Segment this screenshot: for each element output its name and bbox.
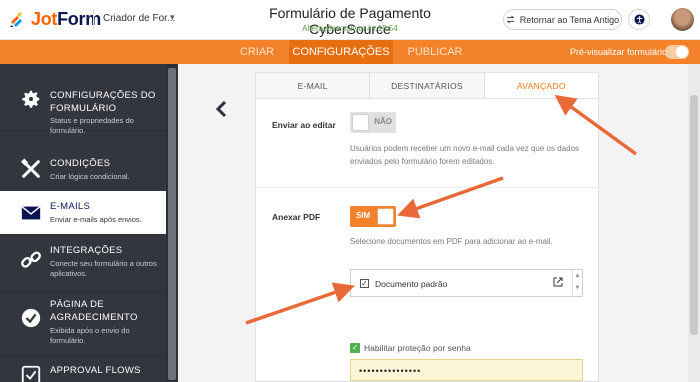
sidebar-item-title: E-MAILS xyxy=(50,201,91,212)
document-label: Documento padrão xyxy=(375,279,448,289)
sidebar-item-conditions[interactable]: CONDIÇÕES Criar lógica condicional. xyxy=(0,148,166,192)
avatar[interactable] xyxy=(671,8,694,31)
form-creator-dropdown[interactable]: Criador de For... xyxy=(103,13,175,24)
sidebar-item-desc: Enviar e-mails após envios. xyxy=(50,215,142,224)
jotform-logo[interactable]: JotForm xyxy=(8,9,101,30)
sidebar-item-desc: Exibida após o envio do formulário. xyxy=(50,326,130,345)
password-protection-label: Habilitar proteção por senha xyxy=(364,343,471,353)
preview-form-label: Pré-visualizar formulário xyxy=(570,47,668,57)
sidebar-item-title: PÁGINA DE AGRADECIMENTO xyxy=(50,299,138,323)
return-old-theme-label: Retornar ao Tema Antigo xyxy=(519,14,620,25)
email-settings-panel xyxy=(255,72,599,382)
tab-email[interactable]: E-MAIL xyxy=(256,73,371,98)
jotform-logo-icon xyxy=(8,11,26,29)
toggle-knob xyxy=(377,208,394,225)
tab-publish[interactable]: PUBLICAR xyxy=(400,40,470,64)
tools-icon xyxy=(21,158,40,178)
main-nav: CRIAR CONFIGURAÇÕES PUBLICAR Pré-visuali… xyxy=(0,40,700,64)
divider xyxy=(93,9,94,29)
sidebar-item-form-settings[interactable]: CONFIGURAÇÕES DO FORMULÁRIO Status e prop… xyxy=(0,64,166,135)
sidebar-item-integrations[interactable]: INTEGRAÇÕES Conecte seu formulário a out… xyxy=(0,235,166,292)
tab-recipients[interactable]: DESTINATÁRIOS xyxy=(370,73,485,98)
email-tabs: E-MAIL DESTINATÁRIOS AVANÇADO xyxy=(256,73,598,99)
check-circle-icon xyxy=(21,308,41,328)
sidebar-item-title: APPROVAL FLOWS xyxy=(50,365,141,376)
pdf-document-list: ✓ Documento padrão ▲ ▼ xyxy=(350,269,583,297)
top-bar: JotForm Criador de For... ▾ Formulário d… xyxy=(0,0,700,40)
gear-icon xyxy=(22,90,40,108)
accessibility-icon xyxy=(633,14,645,25)
sidebar-item-desc: Conecte seu formulário a outros aplicati… xyxy=(50,259,157,278)
tab-create[interactable]: CRIAR xyxy=(229,40,285,64)
link-icon xyxy=(21,251,41,268)
envelope-icon xyxy=(21,206,41,220)
sidebar-item-approval-flows[interactable]: APPROVAL FLOWS xyxy=(0,356,166,382)
tab-advanced[interactable]: AVANÇADO xyxy=(484,73,598,98)
toggle-text: NÃO xyxy=(374,117,392,126)
sidebar-item-emails[interactable]: E-MAILS Enviar e-mails após envios. xyxy=(0,191,166,235)
approval-icon xyxy=(21,365,41,382)
swap-icon xyxy=(506,15,515,24)
send-on-edit-toggle[interactable]: NÃO xyxy=(350,112,396,133)
attach-pdf-toggle[interactable]: SIM xyxy=(350,206,396,227)
send-on-edit-label: Enviar ao editar xyxy=(272,120,336,130)
accessibility-button[interactable] xyxy=(628,9,650,30)
preview-form-toggle[interactable] xyxy=(665,45,689,59)
external-link-icon[interactable] xyxy=(553,277,563,287)
chevron-down-icon[interactable]: ▾ xyxy=(170,12,175,23)
document-list-scrollbar[interactable]: ▲ ▼ xyxy=(572,270,582,296)
save-status: Alterações salvas às 19:54 xyxy=(302,24,398,33)
password-protection-checkbox[interactable]: ✓ xyxy=(350,343,360,353)
sidebar-item-title: CONFIGURAÇÕES DO FORMULÁRIO xyxy=(50,90,156,114)
sidebar-scrollbar-thumb[interactable] xyxy=(168,68,176,380)
back-chevron-icon[interactable] xyxy=(214,100,228,118)
attach-pdf-help: Selecione documentos em PDF para adicion… xyxy=(350,237,553,246)
sidebar-item-desc: Status e propriedades do formulário. xyxy=(50,116,134,135)
settings-sidebar: CONFIGURAÇÕES DO FORMULÁRIO Status e prop… xyxy=(0,64,178,382)
password-input[interactable]: ••••••••••••••• xyxy=(350,359,583,381)
divider xyxy=(256,187,598,188)
logo-text: JotForm xyxy=(31,9,101,29)
sidebar-item-desc: Criar lógica condicional. xyxy=(50,172,130,181)
send-on-edit-help: Usuários podem receber um novo e-mail ca… xyxy=(350,144,580,166)
return-old-theme-button[interactable]: Retornar ao Tema Antigo xyxy=(503,9,622,30)
toggle-text: SIM xyxy=(356,211,371,220)
toggle-knob xyxy=(352,114,369,131)
sidebar-item-title: INTEGRAÇÕES xyxy=(50,245,123,256)
main-scrollbar-thumb[interactable] xyxy=(690,95,698,335)
document-checkbox[interactable]: ✓ xyxy=(360,279,369,288)
sidebar-item-thank-you-page[interactable]: PÁGINA DE AGRADECIMENTO Exibida após o en… xyxy=(0,293,166,356)
attach-pdf-label: Anexar PDF xyxy=(272,212,321,222)
sidebar-item-title: CONDIÇÕES xyxy=(50,158,111,169)
tab-settings[interactable]: CONFIGURAÇÕES xyxy=(289,40,393,64)
